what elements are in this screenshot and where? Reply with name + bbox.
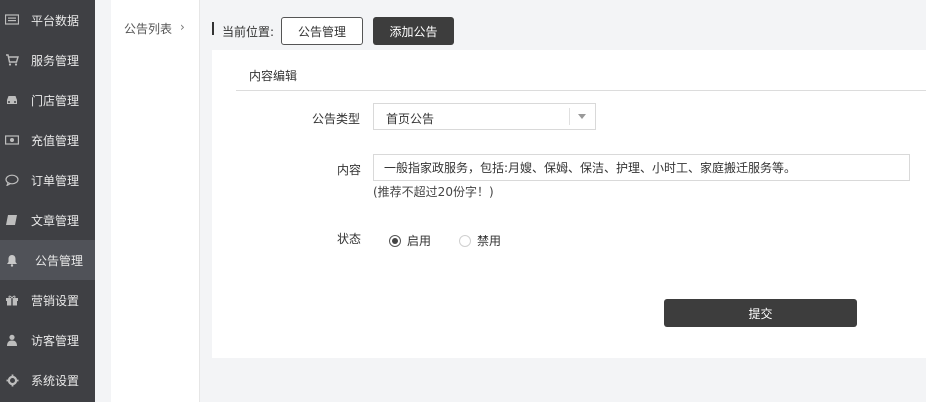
- radio-circle: [389, 234, 401, 247]
- content-hint: (推荐不超过20份字！): [373, 185, 494, 199]
- sidebar-item-label: 服务管理: [31, 53, 80, 68]
- sidebar-item-label: 门店管理: [31, 93, 80, 108]
- select-value: 首页公告: [386, 112, 435, 126]
- sidebar-item-label: 充值管理: [31, 133, 80, 148]
- sidebar-item-articles[interactable]: 文章管理: [0, 200, 95, 240]
- sidebar-item-label: 公告管理: [35, 253, 84, 268]
- sidebar-item-store[interactable]: 门店管理: [0, 80, 95, 120]
- submenu: 公告列表 ›: [111, 0, 200, 402]
- submit-button[interactable]: 提交: [664, 299, 857, 327]
- sidebar-item-system-settings[interactable]: 系统设置: [0, 360, 95, 400]
- banknote-icon: [5, 133, 19, 147]
- type-label: 公告类型: [312, 112, 361, 126]
- sidebar-item-announcements[interactable]: 公告管理: [0, 240, 95, 280]
- user-icon: [5, 333, 19, 347]
- select-separator: [569, 108, 570, 125]
- content-panel: 内容编辑 公告类型 首页公告 内容 (推荐不超过20份字！) 状态 启用 禁用 …: [212, 50, 926, 358]
- sidebar: 平台数据 服务管理 门店管理 充值管理 订单管理 文章管理 公告管理 营销设置 …: [0, 0, 95, 402]
- sidebar-item-label: 营销设置: [31, 293, 80, 308]
- car-icon: [5, 93, 19, 107]
- chevron-down-icon: [578, 114, 586, 119]
- sidebar-item-label: 订单管理: [31, 173, 80, 188]
- chat-bubble-icon: [5, 173, 19, 187]
- sidebar-item-orders[interactable]: 订单管理: [0, 160, 95, 200]
- content-label: 内容: [337, 163, 362, 177]
- add-announcement-button[interactable]: 添加公告: [373, 17, 454, 45]
- sidebar-item-platform-data[interactable]: 平台数据: [0, 0, 95, 40]
- cart-icon: [5, 53, 19, 67]
- radio-circle: [459, 234, 471, 247]
- location-label: 当前位置:: [222, 25, 275, 39]
- sidebar-item-recharge[interactable]: 充值管理: [0, 120, 95, 160]
- sidebar-item-service[interactable]: 服务管理: [0, 40, 95, 80]
- submenu-item-announcement-list[interactable]: 公告列表: [124, 20, 172, 37]
- sidebar-item-marketing[interactable]: 营销设置: [0, 280, 95, 320]
- status-label: 状态: [337, 232, 362, 246]
- section-title: 内容编辑: [249, 69, 298, 83]
- status-disabled-radio[interactable]: 禁用: [459, 232, 501, 249]
- bell-icon: [5, 253, 19, 267]
- sidebar-item-label: 系统设置: [31, 373, 80, 388]
- divider: [236, 90, 926, 91]
- book-icon: [5, 213, 19, 227]
- sidebar-item-label: 平台数据: [31, 13, 80, 28]
- sidebar-item-visitors[interactable]: 访客管理: [0, 320, 95, 360]
- status-enabled-radio[interactable]: 启用: [389, 232, 431, 249]
- chevron-right-icon: ›: [180, 20, 185, 34]
- radio-label: 启用: [407, 234, 432, 248]
- content-input[interactable]: [373, 154, 910, 181]
- sidebar-item-label: 访客管理: [31, 333, 80, 348]
- location-marker: [212, 22, 214, 35]
- announcement-management-button[interactable]: 公告管理: [281, 17, 363, 45]
- monitor-icon: [5, 13, 19, 27]
- sidebar-item-label: 文章管理: [31, 213, 80, 228]
- gift-icon: [5, 293, 19, 307]
- announcement-type-select[interactable]: 首页公告: [373, 103, 596, 130]
- radio-label: 禁用: [477, 234, 502, 248]
- gear-icon: [5, 373, 19, 387]
